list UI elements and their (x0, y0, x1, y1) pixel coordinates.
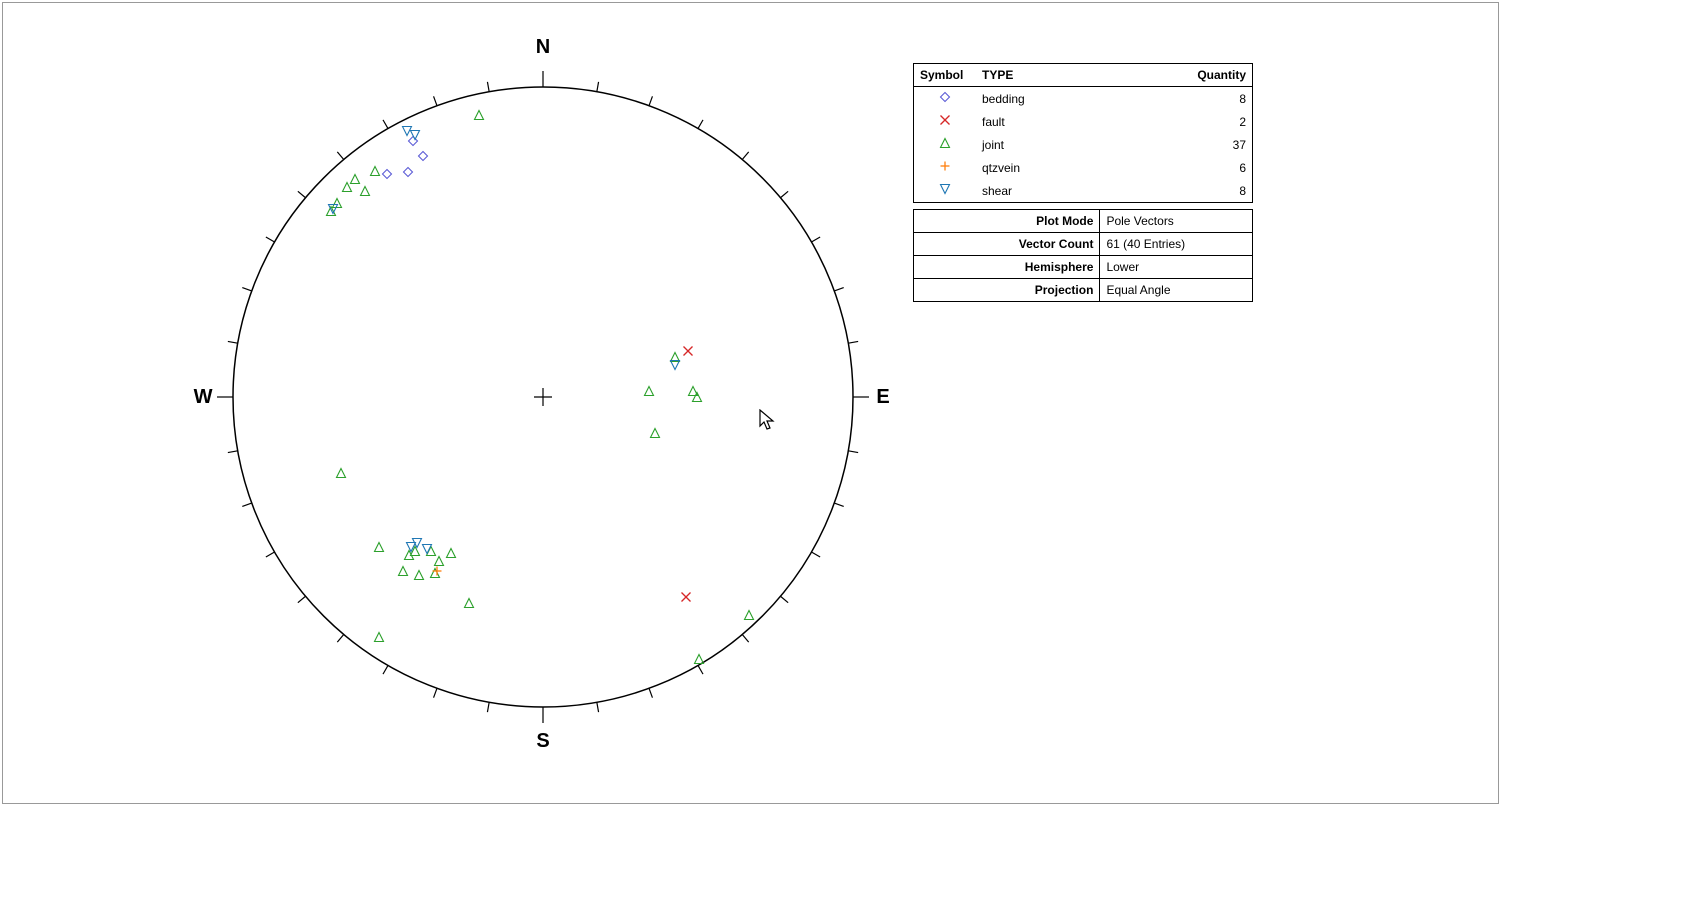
meta-val-plotmode: Pole Vectors (1100, 210, 1253, 233)
svg-text:N: N (536, 36, 550, 58)
svg-text:S: S (536, 730, 549, 752)
legend-row: shear8 (914, 179, 1253, 203)
legend-table: Symbol TYPE Quantity bedding8fault2joint… (913, 63, 1253, 203)
legend-type-label: joint (976, 133, 1180, 156)
meta-key-projection: Projection (914, 279, 1100, 302)
meta-val-projection: Equal Angle (1100, 279, 1253, 302)
legend-header-type: TYPE (976, 64, 1180, 87)
chart-frame: NSEW Symbol TYPE Quantity bedding8fault2… (2, 2, 1499, 804)
meta-table: Plot Mode Pole Vectors Vector Count 61 (… (913, 209, 1253, 302)
meta-val-hemisphere: Lower (1100, 256, 1253, 279)
legend-symbol-icon (914, 179, 977, 203)
stereonet-plot: N S E W (163, 17, 923, 777)
legend-header-quantity: Quantity (1180, 64, 1253, 87)
svg-text:W: W (194, 386, 213, 408)
meta-key-plotmode: Plot Mode (914, 210, 1100, 233)
legend-type-label: shear (976, 179, 1180, 203)
legend-row: joint37 (914, 133, 1253, 156)
legend-quantity-value: 6 (1180, 156, 1253, 179)
legend-quantity-value: 37 (1180, 133, 1253, 156)
legend-row: qtzvein6 (914, 156, 1253, 179)
legend-symbol-icon (914, 110, 977, 133)
info-panel: Symbol TYPE Quantity bedding8fault2joint… (913, 63, 1253, 302)
legend-symbol-icon (914, 87, 977, 111)
meta-key-hemisphere: Hemisphere (914, 256, 1100, 279)
legend-symbol-icon (914, 133, 977, 156)
legend-header-symbol: Symbol (914, 64, 977, 87)
legend-quantity-value: 8 (1180, 179, 1253, 203)
legend-row: bedding8 (914, 87, 1253, 111)
legend-type-label: qtzvein (976, 156, 1180, 179)
meta-val-vectorcount: 61 (40 Entries) (1100, 233, 1253, 256)
legend-type-label: bedding (976, 87, 1180, 111)
legend-symbol-icon (914, 156, 977, 179)
svg-text:E: E (876, 386, 889, 408)
legend-type-label: fault (976, 110, 1180, 133)
legend-quantity-value: 8 (1180, 87, 1253, 111)
legend-row: fault2 (914, 110, 1253, 133)
legend-quantity-value: 2 (1180, 110, 1253, 133)
meta-key-vectorcount: Vector Count (914, 233, 1100, 256)
